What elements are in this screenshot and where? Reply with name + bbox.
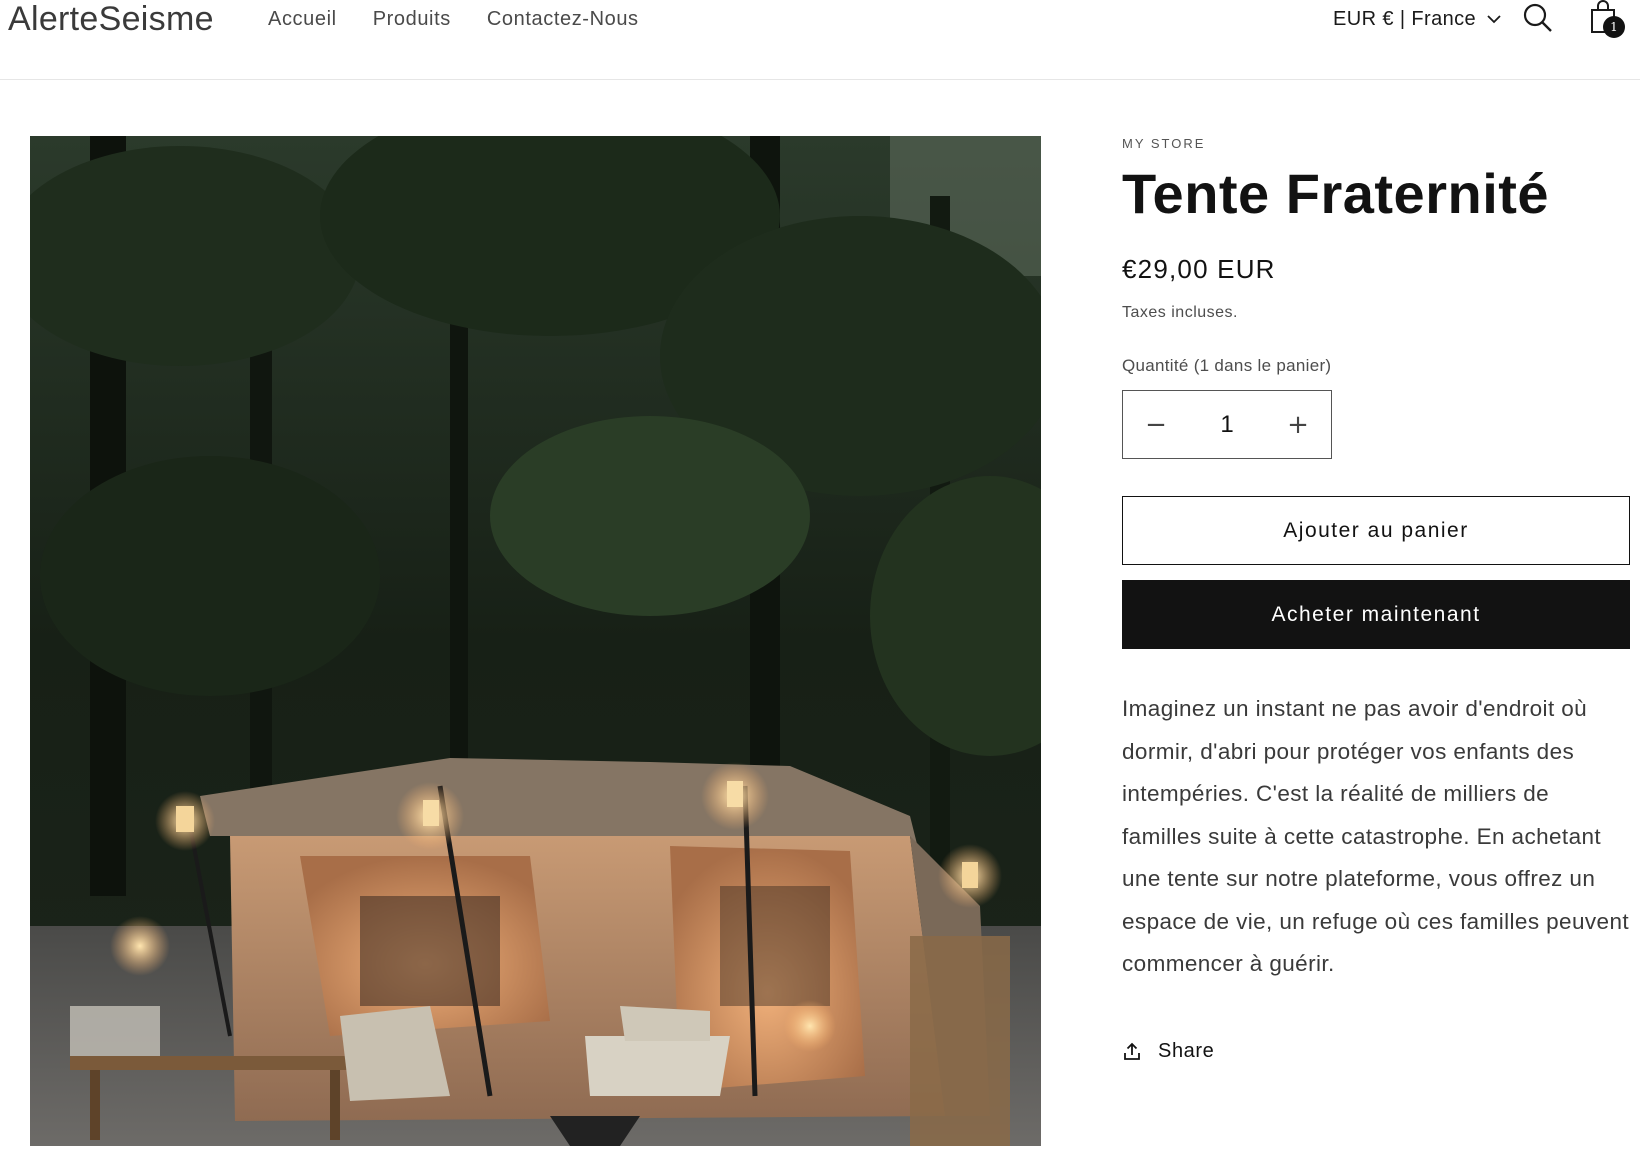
- product-description: Imaginez un instant ne pas avoir d'endro…: [1122, 696, 1630, 976]
- product-image[interactable]: [30, 136, 1041, 1146]
- site-logo[interactable]: AlerteSeisme: [8, 0, 214, 38]
- share-icon: [1124, 1042, 1140, 1060]
- decrease-quantity-button[interactable]: −: [1123, 392, 1189, 458]
- quantity-label: Quantité (1 dans le panier): [1122, 356, 1332, 375]
- share-label: Share: [1158, 1040, 1215, 1062]
- nav-link-contact[interactable]: Contactez-Nous: [487, 4, 639, 34]
- quantity-stepper: − +: [1122, 390, 1332, 459]
- buy-now-button[interactable]: Acheter maintenant: [1122, 580, 1630, 649]
- tax-note: Taxes incluses.: [1122, 304, 1238, 321]
- cart-count-badge: 1: [1603, 16, 1625, 38]
- product-vendor: MY STORE: [1122, 136, 1206, 151]
- search-icon[interactable]: [1522, 2, 1554, 36]
- product-title: Tente Fraternité: [1122, 162, 1550, 225]
- site-header: AlerteSeisme Accueil Produits Contactez-…: [0, 0, 1640, 80]
- nav-link-accueil[interactable]: Accueil: [268, 4, 337, 34]
- main-nav: Accueil Produits Contactez-Nous: [268, 4, 639, 34]
- tent-photo: [30, 136, 1041, 1146]
- product-price: €29,00 EUR: [1122, 254, 1276, 284]
- increase-quantity-button[interactable]: +: [1265, 392, 1331, 458]
- add-to-cart-button[interactable]: Ajouter au panier: [1122, 496, 1630, 565]
- chevron-down-icon: [1487, 15, 1501, 24]
- share-button[interactable]: Share: [1122, 1040, 1214, 1063]
- quantity-input[interactable]: [1189, 394, 1265, 455]
- locale-label: EUR € | France: [1333, 8, 1477, 30]
- currency-country-selector[interactable]: EUR € | France: [1333, 4, 1502, 34]
- nav-link-produits[interactable]: Produits: [373, 4, 451, 34]
